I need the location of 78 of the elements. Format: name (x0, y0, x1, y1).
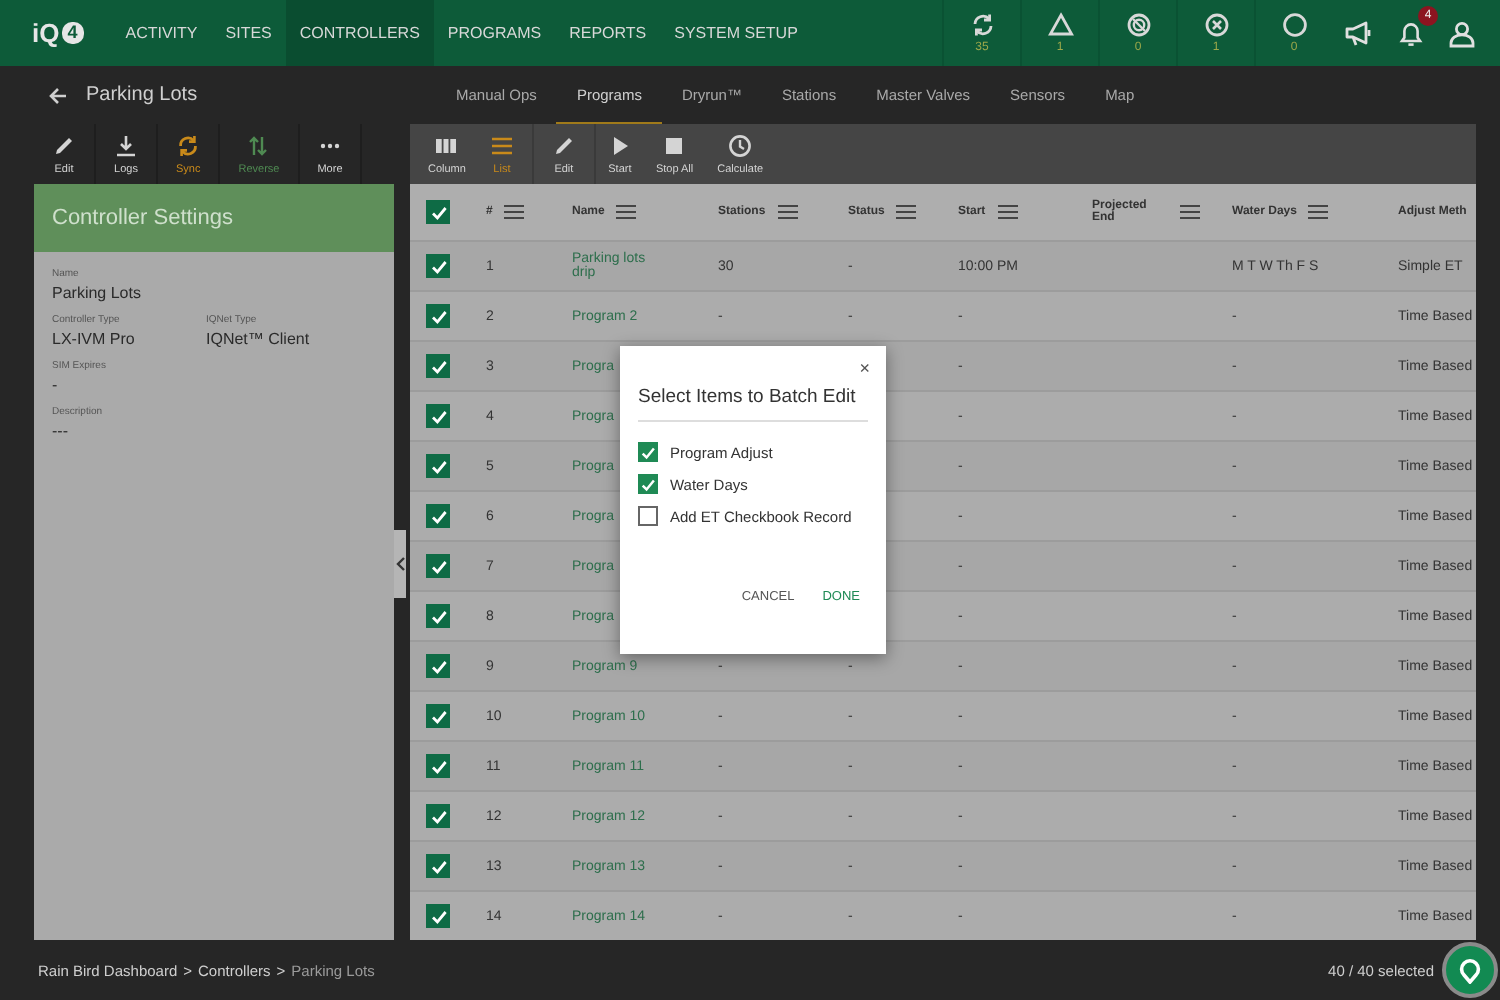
pin-icon (1458, 957, 1482, 983)
check-icon (429, 807, 447, 825)
chevron-left-icon (395, 556, 405, 572)
list-icon (489, 133, 514, 157)
columns-icon (434, 133, 459, 157)
row-checkbox[interactable] (426, 654, 450, 678)
checkbox[interactable] (638, 442, 658, 462)
row-checkbox[interactable] (426, 854, 450, 878)
collapse-handle[interactable] (394, 530, 406, 598)
menu-icon[interactable] (504, 204, 525, 220)
bell-icon[interactable] (1398, 19, 1424, 47)
check-icon (429, 757, 447, 775)
row-checkbox[interactable] (426, 804, 450, 828)
megaphone-icon[interactable] (1344, 20, 1374, 46)
menu-icon[interactable] (777, 204, 798, 220)
row-checkbox[interactable] (426, 254, 450, 278)
select-all-checkbox[interactable] (426, 200, 450, 224)
check-icon (429, 707, 447, 725)
menu-icon[interactable] (896, 204, 917, 220)
menu-icon[interactable] (1308, 204, 1329, 220)
check-icon (429, 607, 447, 625)
field-value: --- (52, 422, 70, 440)
checkbox[interactable] (638, 474, 658, 494)
help-button[interactable] (1442, 942, 1498, 998)
check-icon (429, 857, 447, 875)
menu-icon[interactable] (1180, 204, 1200, 220)
nav-item[interactable]: REPORTS (555, 0, 661, 66)
page-title: Parking Lots (86, 84, 198, 106)
sync-icon (176, 133, 201, 157)
dialog-title: Select Items to Batch Edit (638, 386, 868, 422)
row-checkbox[interactable] (426, 604, 450, 628)
row-checkbox[interactable] (426, 404, 450, 428)
check-icon (429, 257, 447, 275)
check-icon (429, 407, 447, 425)
menu-icon[interactable] (616, 204, 637, 220)
row-checkbox[interactable] (426, 504, 450, 528)
row-checkbox[interactable] (426, 754, 450, 778)
check-icon (429, 557, 447, 575)
back-arrow-icon[interactable] (48, 85, 68, 105)
swap-arrows-icon (246, 133, 271, 157)
field-value: IQNet™ Client (206, 330, 312, 348)
circle-x-icon (1203, 12, 1229, 38)
check-icon (429, 203, 447, 221)
nav-item[interactable]: SYSTEM SETUP (660, 0, 812, 66)
user-icon[interactable] (1448, 19, 1476, 47)
field-value: - (52, 376, 60, 394)
check-icon (429, 507, 447, 525)
nav-item[interactable]: SITES (211, 0, 286, 66)
sync-icon (969, 12, 995, 38)
row-checkbox[interactable] (426, 904, 450, 928)
menu-icon[interactable] (997, 204, 1018, 220)
nav-item[interactable]: CONTROLLERS (285, 0, 434, 66)
warning-icon (1047, 12, 1073, 38)
check-icon (429, 307, 447, 325)
check-icon (429, 457, 447, 475)
close-button[interactable]: × (859, 358, 870, 378)
pencil-icon (52, 133, 76, 157)
field-value: Parking Lots (52, 284, 143, 302)
checkbox[interactable] (638, 506, 658, 526)
row-checkbox[interactable] (426, 554, 450, 578)
row-checkbox[interactable] (426, 704, 450, 728)
row-checkbox[interactable] (426, 304, 450, 328)
circle-icon (1281, 12, 1307, 38)
check-icon (429, 907, 447, 925)
download-icon (114, 133, 138, 157)
row-checkbox[interactable] (426, 354, 450, 378)
logo[interactable]: iQ 4 (0, 0, 112, 66)
check-icon (429, 357, 447, 375)
clock-icon (728, 133, 753, 157)
nav-item[interactable]: PROGRAMS (433, 0, 556, 66)
blocked-icon (1125, 12, 1151, 38)
field-value: LX-IVM Pro (52, 330, 137, 348)
row-checkbox[interactable] (426, 454, 450, 478)
nav-item[interactable]: ACTIVITY (111, 0, 212, 66)
check-icon (429, 657, 447, 675)
pencil-icon (551, 133, 576, 157)
panel-title: Controller Settings (34, 184, 394, 252)
stop-icon (662, 133, 687, 157)
